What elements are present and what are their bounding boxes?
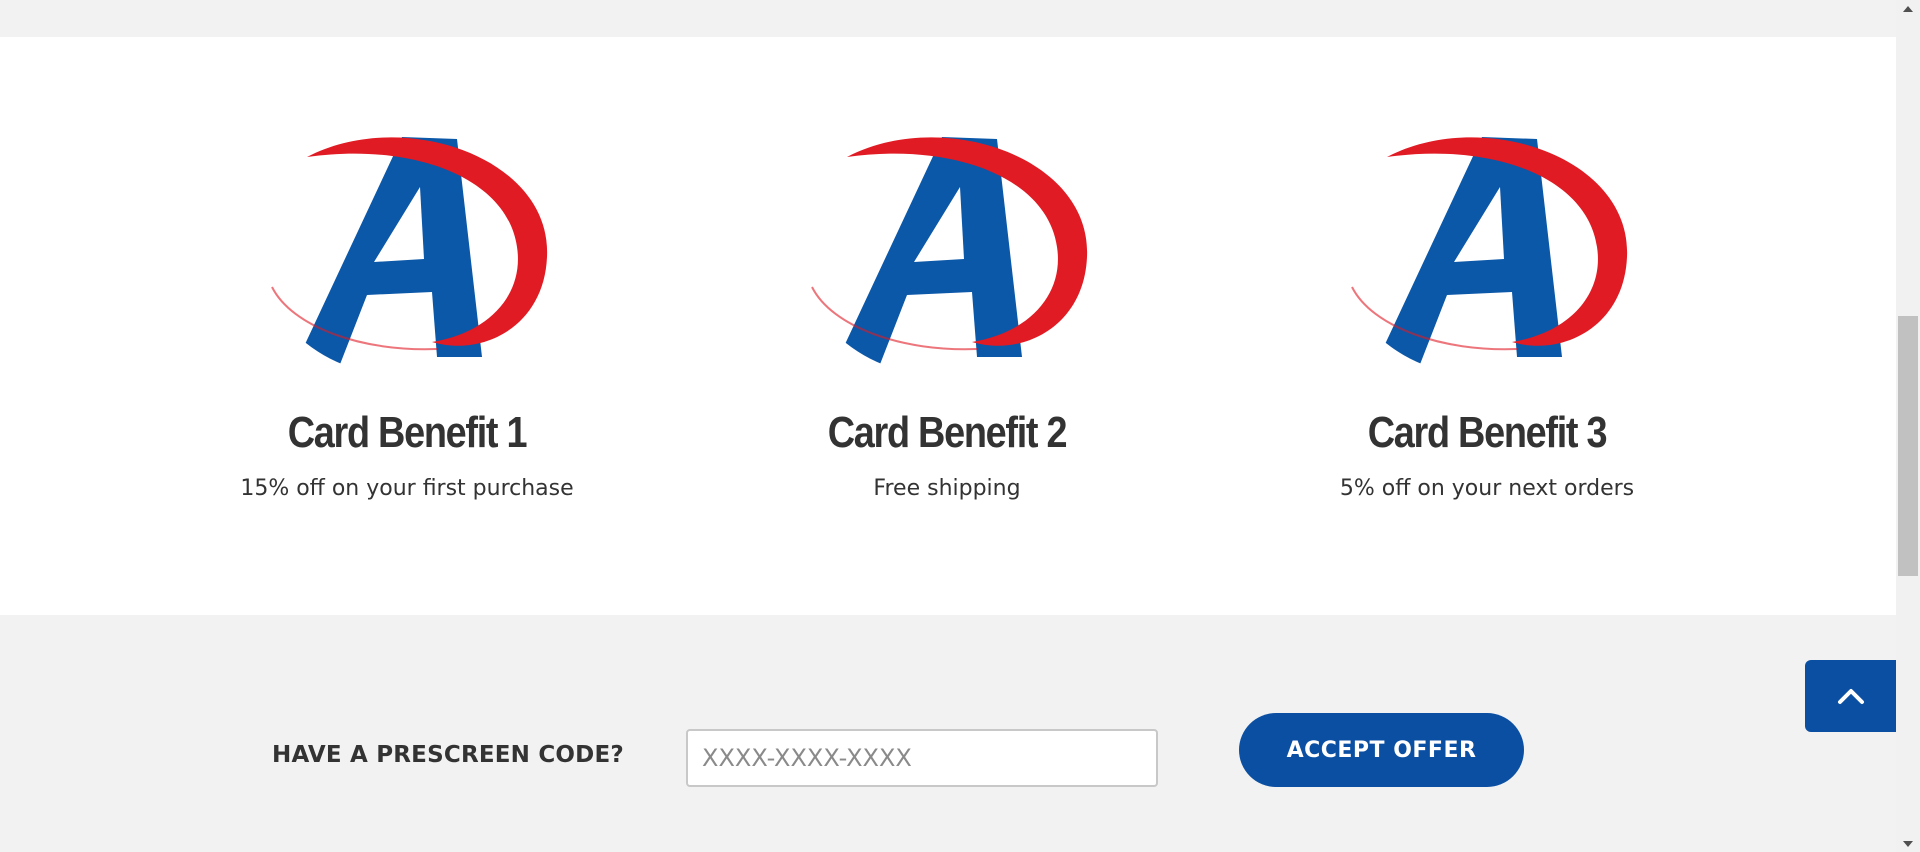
brand-logo-icon (811, 137, 1088, 372)
prescreen-offer-section: HAVE A PRESCREEN CODE? ACCEPT OFFER (0, 615, 1896, 852)
prescreen-code-input[interactable] (686, 729, 1158, 787)
top-band (0, 0, 1896, 37)
brand-logo-icon (271, 137, 548, 372)
benefit-title: Card Benefit 1 (287, 408, 528, 457)
benefit-card-2: Card Benefit 2 Free shipping (727, 117, 1167, 503)
benefit-description: Free shipping (873, 476, 1021, 501)
chevron-up-icon (1837, 689, 1864, 704)
benefit-title: Card Benefit 3 (1367, 408, 1608, 457)
scrollbar-thumb[interactable] (1898, 316, 1918, 576)
benefit-card-3: Card Benefit 3 5% off on your next order… (1267, 117, 1707, 503)
page: Card Benefit 1 15% off on your first pur… (0, 0, 1920, 852)
brand-logo-icon (1351, 137, 1628, 372)
scroll-up-arrow-icon[interactable] (1896, 0, 1920, 17)
prescreen-label: HAVE A PRESCREEN CODE? (272, 742, 624, 768)
benefit-card-1: Card Benefit 1 15% off on your first pur… (187, 117, 627, 503)
scroll-down-arrow-icon[interactable] (1896, 835, 1920, 852)
accept-offer-button[interactable]: ACCEPT OFFER (1239, 713, 1524, 787)
benefit-description: 15% off on your first purchase (240, 476, 574, 501)
back-to-top-button[interactable] (1805, 660, 1896, 732)
benefit-title: Card Benefit 2 (827, 408, 1068, 457)
card-benefits-section: Card Benefit 1 15% off on your first pur… (0, 37, 1896, 615)
benefit-description: 5% off on your next orders (1339, 476, 1635, 501)
